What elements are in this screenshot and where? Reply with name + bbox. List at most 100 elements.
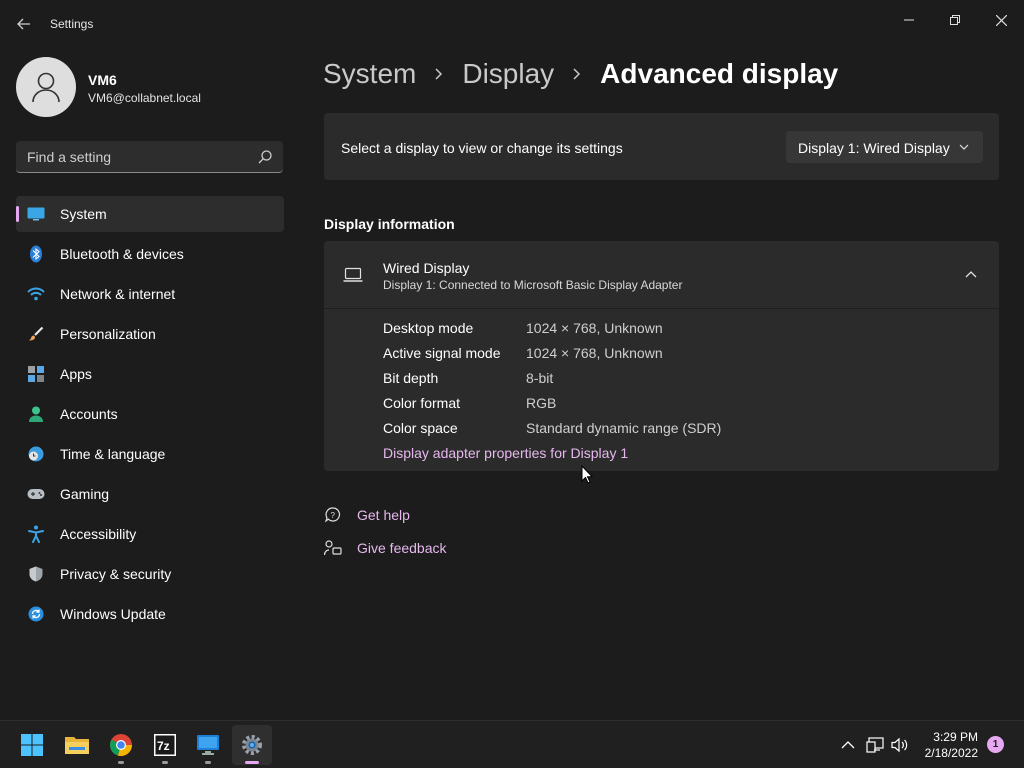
display-adapter-properties-link[interactable]: Display adapter properties for Display 1: [383, 445, 628, 461]
running-indicator: [162, 761, 168, 764]
display-select-card: Select a display to view or change its s…: [324, 113, 999, 180]
info-row-desktop-mode: Desktop mode 1024 × 768, Unknown: [383, 319, 943, 344]
start-button[interactable]: [12, 725, 52, 765]
sidebar-item-network[interactable]: Network & internet: [16, 276, 284, 312]
info-value: 1024 × 768, Unknown: [526, 320, 663, 336]
sidebar-item-time-language[interactable]: Time & language: [16, 436, 284, 472]
close-button[interactable]: [978, 4, 1024, 36]
get-help-row[interactable]: ? Get help: [324, 504, 410, 526]
display-name: Wired Display: [383, 260, 470, 276]
sidebar-item-privacy[interactable]: Privacy & security: [16, 556, 284, 592]
back-arrow-icon: [17, 18, 30, 30]
sidebar-item-label: Windows Update: [60, 606, 166, 622]
sidebar-item-label: Time & language: [60, 446, 166, 462]
info-row-active-signal-mode: Active signal mode 1024 × 768, Unknown: [383, 344, 943, 369]
clock-date[interactable]: 2/18/2022: [916, 746, 978, 760]
notification-badge[interactable]: 1: [987, 736, 1004, 753]
display-select-label: Select a display to view or change its s…: [341, 140, 623, 156]
chevron-up-icon[interactable]: [963, 267, 979, 283]
start-icon: [21, 734, 43, 756]
network-tray-button[interactable]: [865, 735, 885, 755]
search-input[interactable]: [16, 141, 248, 172]
sidebar-item-label: Accounts: [60, 406, 118, 422]
app-title: Settings: [50, 17, 94, 31]
taskbar-chrome[interactable]: [101, 725, 141, 765]
breadcrumb: System Display Advanced display: [323, 58, 838, 90]
sidebar-item-windows-update[interactable]: Windows Update: [16, 596, 284, 632]
display-dropdown[interactable]: Display 1: Wired Display: [786, 131, 983, 163]
user-email: VM6@collabnet.local: [88, 91, 201, 105]
shield-icon: [27, 565, 45, 583]
display-info-rows: Desktop mode 1024 × 768, Unknown Active …: [383, 319, 943, 444]
sidebar-item-label: Network & internet: [60, 286, 176, 302]
info-key: Color space: [383, 420, 458, 436]
system-icon: [27, 205, 45, 223]
info-key: Desktop mode: [383, 320, 474, 336]
feedback-icon: [324, 540, 342, 556]
chrome-icon: [110, 734, 133, 757]
network-icon: [866, 737, 884, 753]
wifi-icon: [27, 285, 45, 303]
settings-icon: [242, 735, 262, 755]
info-key: Bit depth: [383, 370, 439, 386]
sidebar-item-label: System: [60, 206, 107, 222]
minimize-button[interactable]: [886, 4, 932, 36]
accounts-icon: [27, 405, 45, 423]
sidebar-item-apps[interactable]: Apps: [16, 356, 284, 392]
give-feedback-row[interactable]: Give feedback: [324, 537, 447, 559]
display-dropdown-value: Display 1: Wired Display: [798, 140, 950, 156]
sidebar-item-accounts[interactable]: Accounts: [16, 396, 284, 432]
info-value: RGB: [526, 395, 557, 411]
display-info-card: Wired Display Display 1: Connected to Mi…: [324, 241, 999, 471]
sidebar-item-label: Privacy & security: [60, 566, 172, 582]
laptop-icon: [343, 267, 363, 282]
volume-icon: [891, 737, 908, 753]
remote-desktop-icon: [197, 735, 219, 755]
sidebar-item-label: Personalization: [60, 326, 156, 342]
title-bar: Settings: [0, 0, 1024, 48]
sidebar-item-accessibility[interactable]: Accessibility: [16, 516, 284, 552]
back-button[interactable]: [12, 12, 36, 36]
minimize-icon: [904, 19, 914, 21]
avatar[interactable]: [16, 57, 76, 117]
breadcrumb-display[interactable]: Display: [462, 58, 554, 90]
update-icon: [27, 605, 45, 623]
sidebar-item-system[interactable]: System: [16, 196, 284, 232]
sidebar-item-label: Bluetooth & devices: [60, 246, 184, 262]
taskbar-file-explorer[interactable]: [57, 725, 97, 765]
taskbar-7zip[interactable]: 7z: [145, 725, 185, 765]
info-key: Active signal mode: [383, 345, 501, 361]
taskbar-remote-desktop[interactable]: [188, 725, 228, 765]
sidebar-item-bluetooth[interactable]: Bluetooth & devices: [16, 236, 284, 272]
give-feedback-link[interactable]: Give feedback: [357, 540, 447, 556]
brush-icon: [27, 325, 45, 343]
display-info-header[interactable]: Wired Display Display 1: Connected to Mi…: [324, 241, 999, 309]
7zip-icon: 7z: [154, 734, 176, 756]
gamepad-icon: [27, 485, 45, 503]
restore-button[interactable]: [932, 4, 978, 36]
sidebar-item-gaming[interactable]: Gaming: [16, 476, 284, 512]
chevron-up-icon: [841, 741, 855, 749]
sidebar-item-label: Accessibility: [60, 526, 137, 542]
svg-text:?: ?: [331, 511, 336, 520]
get-help-link[interactable]: Get help: [357, 507, 410, 523]
taskbar-settings[interactable]: [232, 725, 272, 765]
accessibility-icon: [27, 525, 45, 543]
help-icon: ?: [324, 507, 341, 523]
search-icon[interactable]: [257, 149, 273, 165]
chevron-down-icon: [959, 144, 969, 150]
show-hidden-icons-button[interactable]: [838, 735, 858, 755]
taskbar: 7z 3:29 PM 2/18/2022: [0, 720, 1024, 768]
clock-time[interactable]: 3:29 PM: [922, 730, 978, 744]
bluetooth-icon: [27, 245, 45, 263]
volume-tray-button[interactable]: [890, 735, 910, 755]
apps-icon: [27, 365, 45, 383]
selection-indicator: [16, 206, 19, 222]
running-indicator: [118, 761, 124, 764]
info-value: 1024 × 768, Unknown: [526, 345, 663, 361]
info-row-color-space: Color space Standard dynamic range (SDR): [383, 419, 943, 444]
active-indicator: [245, 761, 259, 764]
breadcrumb-system[interactable]: System: [323, 58, 416, 90]
info-value: 8-bit: [526, 370, 554, 386]
sidebar-item-personalization[interactable]: Personalization: [16, 316, 284, 352]
